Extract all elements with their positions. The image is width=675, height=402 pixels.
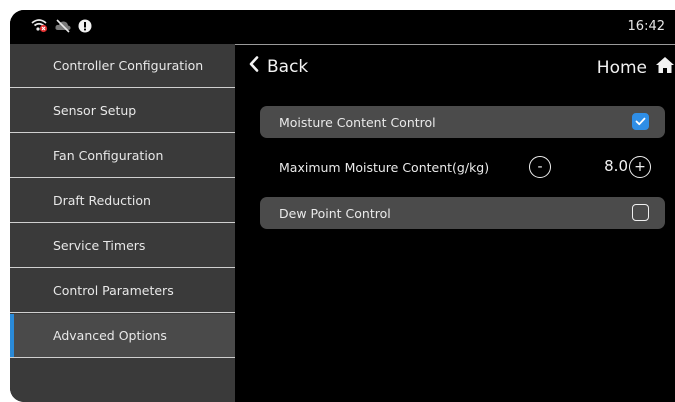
home-icon <box>655 56 675 79</box>
maximum-moisture-content-value: 8.0 <box>604 157 628 175</box>
maximum-moisture-content-row: Maximum Moisture Content(g/kg) - 8.0 + <box>260 151 665 183</box>
sidebar: Controller Configuration Sensor Setup Fa… <box>10 44 235 402</box>
sidebar-item-label: Control Parameters <box>53 283 174 298</box>
wifi-error-icon <box>30 17 48 37</box>
sidebar-item-label: Advanced Options <box>53 328 167 343</box>
sidebar-item-label: Service Timers <box>53 238 146 253</box>
sidebar-item-control-parameters[interactable]: Control Parameters <box>10 269 235 313</box>
home-button[interactable]: Home <box>597 56 675 79</box>
checkmark-icon <box>635 117 646 126</box>
decrement-button[interactable]: - <box>529 156 551 178</box>
sidebar-item-label: Sensor Setup <box>53 103 137 118</box>
sidebar-item-service-timers[interactable]: Service Timers <box>10 224 235 268</box>
home-label: Home <box>596 57 647 78</box>
moisture-content-control-row[interactable]: Moisture Content Control <box>260 106 665 138</box>
dew-point-control-label: Dew Point Control <box>279 205 391 221</box>
status-time: 16:42 <box>627 19 665 34</box>
maximum-moisture-content-label: Maximum Moisture Content(g/kg) <box>279 159 490 175</box>
sidebar-item-draft-reduction[interactable]: Draft Reduction <box>10 179 235 223</box>
moisture-content-control-label: Moisture Content Control <box>279 114 436 130</box>
status-icons <box>30 18 92 36</box>
dew-point-control-checkbox[interactable] <box>632 204 649 221</box>
sidebar-item-label: Controller Configuration <box>53 58 204 73</box>
moisture-content-control-checkbox[interactable] <box>632 113 649 130</box>
sidebar-item-label: Fan Configuration <box>53 148 164 163</box>
dew-point-control-row[interactable]: Dew Point Control <box>260 197 665 229</box>
minus-icon: - <box>537 159 543 175</box>
alert-icon <box>78 18 92 37</box>
back-button[interactable]: Back <box>249 56 308 77</box>
sidebar-item-label: Draft Reduction <box>53 193 151 208</box>
main-content: Back Home Moisture Content Control Maxim… <box>235 45 675 402</box>
sidebar-item-controller-configuration[interactable]: Controller Configuration <box>10 44 235 88</box>
cloud-off-icon <box>54 18 72 37</box>
device-screen: 16:42 Controller Configuration Sensor Se… <box>10 10 675 402</box>
sidebar-item-fan-configuration[interactable]: Fan Configuration <box>10 134 235 178</box>
status-bar: 16:42 <box>10 10 675 44</box>
chevron-left-icon <box>249 56 259 77</box>
plus-icon: + <box>634 159 646 175</box>
increment-button[interactable]: + <box>629 156 651 178</box>
sidebar-item-sensor-setup[interactable]: Sensor Setup <box>10 89 235 133</box>
back-label: Back <box>267 56 309 77</box>
sidebar-item-advanced-options[interactable]: Advanced Options <box>10 314 235 358</box>
